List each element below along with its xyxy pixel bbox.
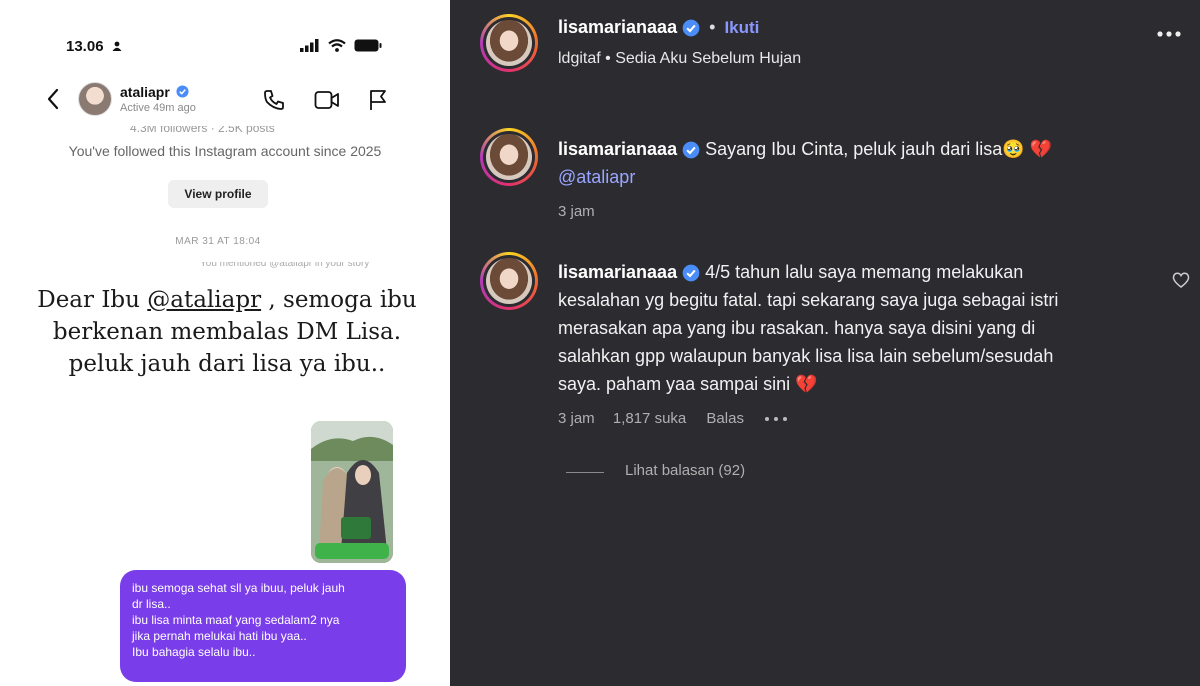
- dm-header: ataliapr Active 49m ago: [0, 78, 450, 122]
- verified-badge-icon: [682, 141, 700, 159]
- verified-badge-icon: [682, 264, 700, 282]
- message-line: dr lisa..: [132, 597, 171, 611]
- music-info[interactable]: ldgitaf • Sedia Aku Sebelum Hujan: [558, 50, 801, 68]
- follow-button[interactable]: Ikuti: [724, 18, 759, 37]
- verified-badge-icon: [176, 85, 189, 98]
- caption-author-avatar[interactable]: [480, 128, 538, 186]
- caption-emoji: 🥹 💔: [1002, 139, 1053, 159]
- comment: lisamarianaaa 4/5 tahun lalu saya memang…: [558, 258, 1168, 398]
- caption: lisamarianaaa Sayang Ibu Cinta, peluk ja…: [558, 135, 1158, 191]
- more-icon[interactable]: [764, 416, 788, 422]
- comment-line: merasakan apa yang ibu rasakan. hanya sa…: [558, 318, 1036, 338]
- caption-text: Sayang Ibu Cinta, peluk jauh dari lisa: [705, 139, 1003, 159]
- dm-username[interactable]: ataliapr: [120, 84, 170, 100]
- message-line: ibu lisa minta maaf yang sedalam2 nya: [132, 613, 340, 627]
- battery-icon: [354, 39, 382, 52]
- story-photo: [311, 421, 393, 563]
- post-header: lisamarianaaa • Ikuti: [558, 17, 759, 38]
- view-replies-button[interactable]: Lihat balasan (92): [625, 462, 745, 479]
- followed-since-text: You've followed this Instagram account s…: [68, 143, 382, 159]
- comment-line: salahkan gpp walaupun banyak lisa lisa l…: [558, 346, 1054, 366]
- flag-icon[interactable]: [368, 88, 388, 112]
- dm-screen: 13.06 ataliapr Active 49m ago 4.3M follo…: [0, 0, 450, 686]
- more-icon[interactable]: [1156, 30, 1182, 38]
- verified-badge-icon: [682, 19, 700, 37]
- heart-icon[interactable]: [1172, 272, 1190, 288]
- video-camera-icon[interactable]: [314, 89, 340, 111]
- caption-username[interactable]: lisamarianaaa: [558, 139, 677, 159]
- comment-line: saya. paham yaa sampai sini 💔: [558, 374, 818, 394]
- header-separator: •: [709, 17, 716, 37]
- story-mention-notice: You mentioned @ataliapr in your story: [200, 262, 370, 269]
- comment-author-avatar[interactable]: [480, 252, 538, 310]
- replies-divider: [566, 472, 604, 473]
- story-mention-text: Dear Ibu @ataliapr , semoga ibu berkenan…: [28, 284, 426, 380]
- active-status: Active 49m ago: [120, 102, 196, 114]
- comment-meta: 3 jam 1,817 suka Balas: [558, 410, 788, 427]
- back-arrow-icon[interactable]: [46, 88, 60, 110]
- message-line: ibu semoga sehat sll ya ibuu, peluk jauh: [132, 581, 345, 595]
- comment-likes[interactable]: 1,817 suka: [613, 410, 686, 427]
- post-username[interactable]: lisamarianaaa: [558, 17, 677, 37]
- post-comments-screen: lisamarianaaa • Ikuti ldgitaf • Sedia Ak…: [450, 0, 1200, 686]
- person-icon: [112, 41, 122, 51]
- comment-line: kesalahan yg begitu fatal. tapi sekarang…: [558, 290, 1059, 310]
- comment-username[interactable]: lisamarianaaa: [558, 262, 677, 282]
- story-mention-link[interactable]: @ataliapr: [147, 287, 261, 313]
- comment-timestamp: 3 jam: [558, 410, 595, 427]
- message-line: Ibu bahagia selalu ibu..: [132, 645, 256, 659]
- reply-button[interactable]: Balas: [706, 410, 744, 427]
- message-line: jika pernah melukai hati ibu yaa..: [132, 629, 307, 643]
- wifi-icon: [328, 39, 346, 52]
- status-icons: [300, 39, 382, 52]
- avatar[interactable]: [78, 82, 112, 116]
- status-bar-time: 13.06: [66, 38, 122, 55]
- phone-icon[interactable]: [262, 88, 286, 112]
- view-profile-button[interactable]: View profile: [168, 180, 268, 208]
- caption-timestamp: 3 jam: [558, 203, 595, 220]
- date-separator: MAR 31 AT 18:04: [175, 236, 261, 247]
- story-thumbnail[interactable]: [311, 421, 393, 563]
- message-bubble[interactable]: ibu semoga sehat sll ya ibuu, peluk jauh…: [120, 570, 406, 682]
- post-author-avatar[interactable]: [480, 14, 538, 72]
- comment-line: 4/5 tahun lalu saya memang melakukan: [705, 262, 1024, 282]
- story-text-before: Dear Ibu: [37, 287, 148, 313]
- caption-mention-link[interactable]: @ataliapr: [558, 167, 635, 187]
- signal-icon: [300, 39, 319, 52]
- followers-count: 4.3M followers · 2.5K posts: [130, 126, 275, 135]
